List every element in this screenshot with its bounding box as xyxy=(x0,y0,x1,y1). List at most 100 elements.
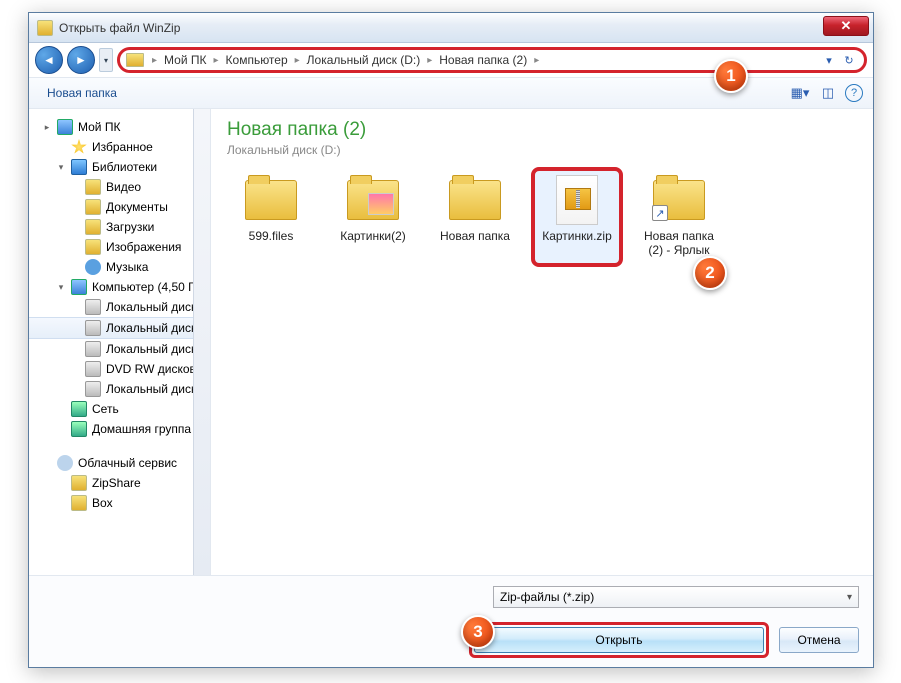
expand-icon[interactable]: ▸ xyxy=(42,122,52,133)
file-type-value: Zip-файлы (*.zip) xyxy=(500,590,594,604)
file-type-combo[interactable]: Zip-файлы (*.zip) xyxy=(493,586,859,608)
tree-item-label: ZipShare xyxy=(92,476,141,490)
tree-item[interactable]: Домашняя группа xyxy=(29,419,210,439)
callout-1: 1 xyxy=(714,59,748,93)
tree-item[interactable]: Изображения xyxy=(29,237,210,257)
breadcrumb-item[interactable]: Локальный диск (D:) xyxy=(304,51,424,69)
help-icon[interactable]: ? xyxy=(845,84,863,102)
tree-item-label: Мой ПК xyxy=(78,120,120,134)
tree-item[interactable]: ▸ Мой ПК xyxy=(29,117,210,137)
file-item[interactable]: Картинки(2) xyxy=(329,169,417,265)
tree-item[interactable]: Документы xyxy=(29,197,210,217)
tree-item[interactable]: Видео xyxy=(29,177,210,197)
close-button[interactable]: ✕ xyxy=(823,16,869,36)
folder-icon xyxy=(85,239,101,255)
folder-icon xyxy=(447,176,503,224)
tree-item-label: Музыка xyxy=(106,260,148,274)
tree-item-label: DVD RW дисков xyxy=(106,362,196,376)
app-icon xyxy=(37,20,53,36)
tree-item[interactable]: Загрузки xyxy=(29,217,210,237)
file-grid: 599.files Картинки(2) Новая папка Картинки.… xyxy=(227,169,857,265)
tree-item-label: Компьютер (4,50 ГБ xyxy=(92,280,203,294)
zip-file-icon xyxy=(549,176,605,224)
chevron-right-icon: ▸ xyxy=(532,55,541,66)
open-button-label: Открыть xyxy=(595,633,642,647)
new-folder-button[interactable]: Новая папка xyxy=(39,82,125,104)
breadcrumb-item[interactable]: Новая папка (2) xyxy=(436,51,530,69)
expand-icon[interactable]: ▾ xyxy=(56,162,66,173)
tree-item[interactable]: Локальный диск xyxy=(29,379,210,399)
location-subtitle: Локальный диск (D:) xyxy=(227,143,857,157)
file-item[interactable]: ↗Новая папка (2) - Ярлык xyxy=(635,169,723,265)
back-button[interactable]: ◄ xyxy=(35,46,63,74)
folder-icon xyxy=(85,199,101,215)
tree-item-label: Облачный сервис xyxy=(78,456,177,470)
history-dropdown[interactable]: ▾ xyxy=(99,48,113,72)
pc-icon xyxy=(57,119,73,135)
tree-item[interactable]: Облачный сервис xyxy=(29,453,210,473)
window-title: Открыть файл WinZip xyxy=(59,21,180,35)
tree-item-label: Локальный диск xyxy=(106,342,196,356)
file-item[interactable]: Картинки.zip xyxy=(533,169,621,265)
cancel-button-label: Отмена xyxy=(797,633,840,647)
tree-item[interactable]: Музыка xyxy=(29,257,210,277)
callout-2: 2 xyxy=(693,256,727,290)
tree-item[interactable]: Локальный диск xyxy=(29,339,210,359)
file-item[interactable]: 599.files xyxy=(227,169,315,265)
tree-item-label: Документы xyxy=(106,200,168,214)
folder-icon xyxy=(71,495,87,511)
breadcrumb-item[interactable]: Мой ПК xyxy=(161,51,209,69)
tree-item-label: Локальный диск xyxy=(106,321,196,335)
content-header: Новая папка (2) Локальный диск (D:) xyxy=(227,119,857,157)
folder-icon xyxy=(71,475,87,491)
tree-item-label: Библиотеки xyxy=(92,160,157,174)
tree-item-label: Видео xyxy=(106,180,141,194)
open-button[interactable]: Открыть xyxy=(474,627,764,653)
file-label: Картинки.zip xyxy=(542,229,612,243)
disk-icon xyxy=(85,361,101,377)
cancel-button[interactable]: Отмена xyxy=(779,627,859,653)
folder-icon: ↗ xyxy=(651,176,707,224)
folder-icon xyxy=(126,53,144,67)
tree-item[interactable]: Сеть xyxy=(29,399,210,419)
file-label: Новая папка xyxy=(440,229,510,243)
file-item[interactable]: Новая папка xyxy=(431,169,519,265)
expand-icon[interactable]: ▾ xyxy=(56,282,66,293)
tree-item-label: Изображения xyxy=(106,240,181,254)
dropdown-icon[interactable]: ▾ xyxy=(820,51,838,69)
tree-item[interactable]: ▾ Библиотеки xyxy=(29,157,210,177)
forward-button[interactable]: ► xyxy=(67,46,95,74)
file-label: Картинки(2) xyxy=(340,229,406,243)
net-icon xyxy=(71,401,87,417)
preview-pane-icon[interactable]: ◫ xyxy=(817,82,839,104)
tree-item-label: Локальный диск xyxy=(106,300,196,314)
cloud-icon xyxy=(57,455,73,471)
tree-item[interactable]: Избранное xyxy=(29,137,210,157)
folder-icon xyxy=(243,176,299,224)
tree-item[interactable]: ▾ Компьютер (4,50 ГБ xyxy=(29,277,210,297)
breadcrumb: ▸ Мой ПК ▸ Компьютер ▸ Локальный диск (D… xyxy=(150,51,541,69)
tree-item[interactable]: Локальный диск xyxy=(29,297,210,317)
open-highlight: Открыть xyxy=(469,622,769,658)
dialog-window: Открыть файл WinZip ✕ ◄ ► ▾ ▸ Мой ПК ▸ К… xyxy=(28,12,874,668)
sidebar: ▸ Мой ПК Избранное ▾ Библиотеки Видео Документ… xyxy=(29,109,211,575)
address-bar[interactable]: ▸ Мой ПК ▸ Компьютер ▸ Локальный диск (D… xyxy=(117,47,867,73)
net-icon xyxy=(71,421,87,437)
tree-item-label: Box xyxy=(92,496,113,510)
folder-icon xyxy=(85,219,101,235)
folder-icon xyxy=(85,179,101,195)
content-pane: Новая папка (2) Локальный диск (D:) 599.… xyxy=(211,109,873,575)
body-area: ▸ Мой ПК Избранное ▾ Библиотеки Видео Документ… xyxy=(29,109,873,575)
lib-icon xyxy=(71,159,87,175)
view-options-icon[interactable]: ▦▾ xyxy=(789,82,811,104)
tree-item[interactable]: Локальный диск xyxy=(29,317,210,339)
folder-icon xyxy=(345,176,401,224)
disk-icon xyxy=(85,341,101,357)
tree-item[interactable]: ZipShare xyxy=(29,473,210,493)
tree-item[interactable]: Box xyxy=(29,493,210,513)
titlebar: Открыть файл WinZip ✕ xyxy=(29,13,873,43)
refresh-icon[interactable]: ↻ xyxy=(840,51,858,69)
breadcrumb-item[interactable]: Компьютер xyxy=(223,51,291,69)
tree-item[interactable]: DVD RW дисков xyxy=(29,359,210,379)
tree-item-label: Загрузки xyxy=(106,220,154,234)
